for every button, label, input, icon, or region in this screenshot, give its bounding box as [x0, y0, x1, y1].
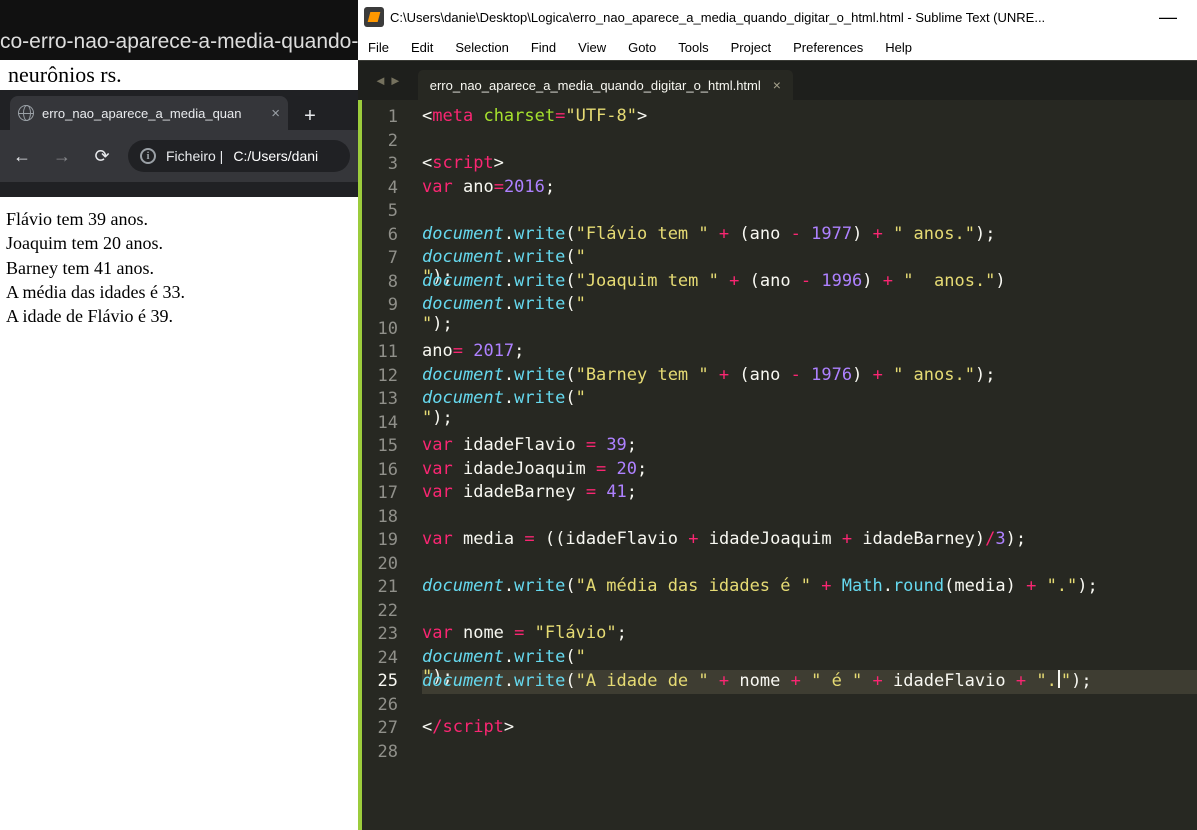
menu-preferences[interactable]: Preferences [793, 40, 863, 55]
info-icon: i [140, 148, 156, 164]
sublime-logo-icon [364, 7, 384, 27]
close-icon[interactable]: × [271, 105, 280, 122]
url-path: C:/Users/dani [233, 148, 318, 164]
background-page-top: co-erro-nao-aparece-a-media-quando-digit… [0, 0, 358, 60]
line-number-gutter: 1234567891011121314151617181920212223242… [362, 100, 406, 830]
editor-tab-strip: ◄ ► erro_nao_aparece_a_media_quando_digi… [358, 60, 1197, 100]
page-line: A média das idades é 33. [6, 280, 352, 304]
tab-nav: ◄ ► [366, 61, 410, 100]
editor-area[interactable]: 1234567891011121314151617181920212223242… [358, 100, 1197, 830]
menu-view[interactable]: View [578, 40, 606, 55]
page-line: Barney tem 41 anos. [6, 256, 352, 280]
chrome-tab-strip: erro_nao_aparece_a_media_quan × + [0, 90, 358, 130]
new-tab-button[interactable]: + [296, 102, 324, 130]
address-bar[interactable]: i Ficheiro | C:/Users/dani [128, 140, 350, 172]
url-prefix: Ficheiro | [166, 148, 223, 164]
forward-button[interactable]: → [48, 142, 76, 170]
tab-nav-left-icon[interactable]: ◄ [374, 73, 387, 88]
background-url-fragment: co-erro-nao-aparece-a-media-quando-digit… [0, 30, 358, 60]
menu-goto[interactable]: Goto [628, 40, 656, 55]
tab-nav-right-icon[interactable]: ► [389, 73, 402, 88]
menu-file[interactable]: File [368, 40, 389, 55]
reload-button[interactable]: ⟳ [88, 142, 116, 170]
back-button[interactable]: ← [8, 142, 36, 170]
menu-find[interactable]: Find [531, 40, 556, 55]
menu-project[interactable]: Project [731, 40, 771, 55]
menu-tools[interactable]: Tools [678, 40, 708, 55]
menu-bar: File Edit Selection Find View Goto Tools… [358, 34, 1197, 60]
editor-tab-title: erro_nao_aparece_a_media_quando_digitar_… [430, 78, 761, 93]
window-title: C:\Users\danie\Desktop\Logica\erro_nao_a… [390, 10, 1139, 25]
code-area[interactable]: <meta charset="UTF-8"> <script>var ano=2… [406, 100, 1197, 830]
background-page-text: neurônios rs. [0, 60, 358, 90]
browser-window: co-erro-nao-aparece-a-media-quando-digit… [0, 0, 358, 830]
chrome-toolbar: ← → ⟳ i Ficheiro | C:/Users/dani [0, 130, 358, 182]
title-bar[interactable]: C:\Users\danie\Desktop\Logica\erro_nao_a… [358, 0, 1197, 34]
menu-help[interactable]: Help [885, 40, 912, 55]
editor-tab[interactable]: erro_nao_aparece_a_media_quando_digitar_… [418, 70, 793, 100]
page-line: Joaquim tem 20 anos. [6, 231, 352, 255]
chrome-frame: erro_nao_aparece_a_media_quan × + ← → ⟳ … [0, 90, 358, 197]
page-line: A idade de Flávio é 39. [6, 304, 352, 328]
menu-edit[interactable]: Edit [411, 40, 433, 55]
chrome-tab-title: erro_nao_aparece_a_media_quan [42, 106, 263, 121]
close-icon[interactable]: × [773, 77, 781, 93]
browser-page-content: Flávio tem 39 anos. Joaquim tem 20 anos.… [0, 197, 358, 338]
minimize-button[interactable]: — [1145, 7, 1191, 28]
chrome-tab[interactable]: erro_nao_aparece_a_media_quan × [10, 96, 288, 130]
sublime-window: C:\Users\danie\Desktop\Logica\erro_nao_a… [358, 0, 1197, 830]
menu-selection[interactable]: Selection [455, 40, 508, 55]
globe-icon [18, 105, 34, 121]
page-line: Flávio tem 39 anos. [6, 207, 352, 231]
